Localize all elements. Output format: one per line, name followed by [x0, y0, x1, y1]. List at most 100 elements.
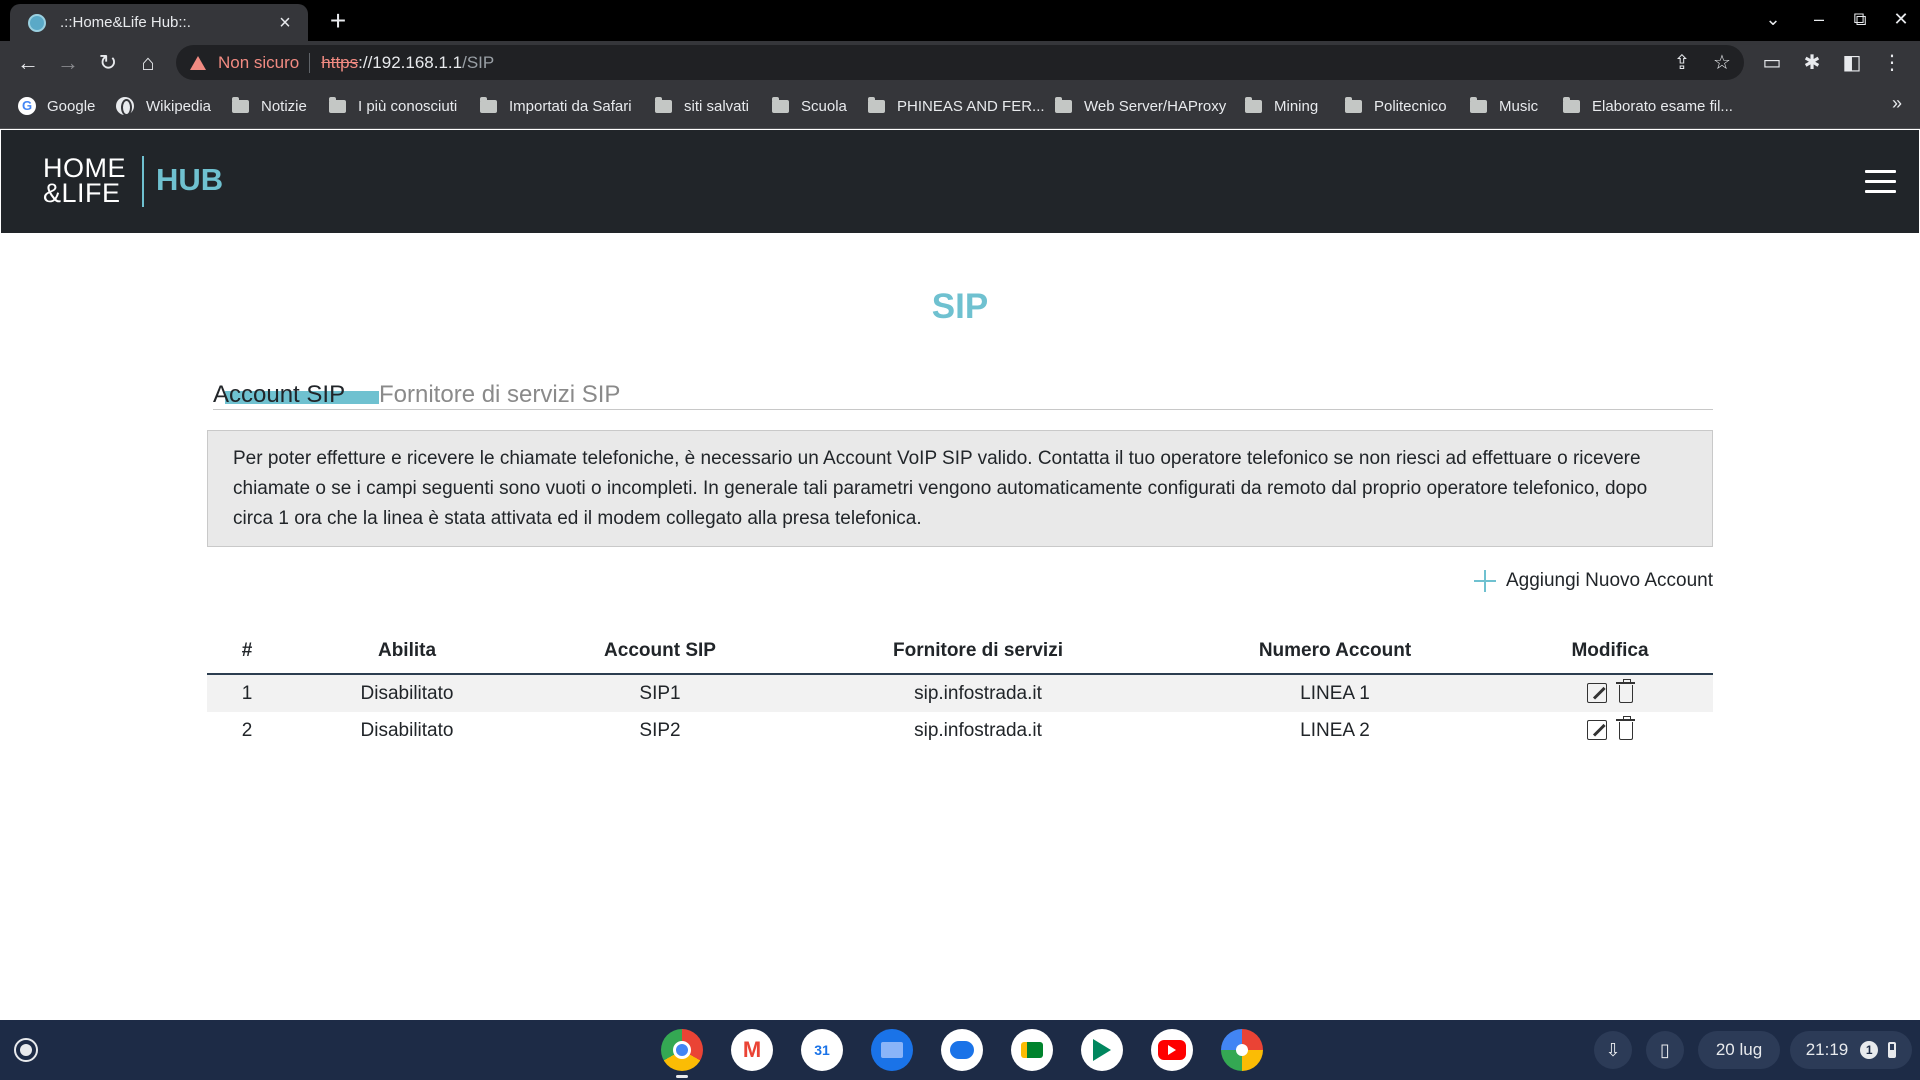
- address-bar[interactable]: Non sicuro https ://192.168.1.1 /SIP: [176, 45, 1744, 80]
- bookmark-importati-safari[interactable]: Importati da Safari: [480, 95, 632, 117]
- phone-icon: ▯: [1660, 1039, 1670, 1060]
- new-tab-button[interactable]: +: [323, 6, 353, 36]
- tab-title: .::Home&Life Hub::.: [60, 14, 191, 31]
- url-path: /SIP: [462, 52, 495, 72]
- files-icon[interactable]: [871, 1029, 913, 1071]
- bookmark-scuola[interactable]: Scuola: [772, 95, 847, 117]
- edit-icon[interactable]: [1587, 720, 1607, 740]
- bookmark-siti-salvati[interactable]: siti salvati: [655, 95, 749, 117]
- chrome-icon[interactable]: [661, 1029, 703, 1071]
- youtube-icon[interactable]: [1151, 1029, 1193, 1071]
- meet-icon[interactable]: [1011, 1029, 1053, 1071]
- tray-date[interactable]: 20 lug: [1698, 1031, 1780, 1069]
- browser-tab[interactable]: .::Home&Life Hub::. ×: [10, 4, 308, 41]
- tray-holding-space[interactable]: ⇩: [1594, 1031, 1632, 1069]
- bookmark-label: PHINEAS AND FER...: [897, 97, 1045, 115]
- messages-icon[interactable]: [941, 1029, 983, 1071]
- folder-icon: [1345, 96, 1362, 113]
- col-header-modifica: Modifica: [1571, 640, 1649, 661]
- folder-icon: [655, 96, 672, 113]
- tab-account-sip[interactable]: Account SIP: [213, 381, 345, 409]
- omnibox-divider: [309, 52, 311, 73]
- globe-icon: [116, 97, 134, 116]
- photos-icon[interactable]: [1221, 1029, 1263, 1071]
- add-account-button[interactable]: Aggiungi Nuovo Account: [1473, 570, 1713, 592]
- logo[interactable]: HOME &LIFE: [43, 155, 126, 207]
- back-icon[interactable]: ←: [14, 49, 42, 77]
- download-tray-icon: ⇩: [1605, 1039, 1621, 1060]
- bookmarks-overflow-icon[interactable]: »: [1892, 93, 1902, 114]
- cell-account-sip: SIP1: [639, 683, 681, 704]
- bookmark-piu-conosciuti[interactable]: I più conosciuti: [329, 95, 457, 117]
- bookmark-star-icon[interactable]: ☆: [1708, 49, 1736, 77]
- url-scheme: https: [321, 52, 359, 72]
- launcher-icon[interactable]: [14, 1038, 38, 1062]
- bookmark-label: Elaborato esame fil...: [1592, 97, 1733, 115]
- bookmark-music[interactable]: Music: [1470, 95, 1538, 117]
- battery-icon: [1888, 1042, 1897, 1058]
- bookmarks-bar: G Google Wikipedia Notizie I più conosciu…: [0, 83, 1920, 129]
- table-row: 2 Disabilitato SIP2 sip.infostrada.it LI…: [207, 712, 1713, 749]
- trash-icon[interactable]: [1616, 716, 1635, 740]
- cell-fornitore: sip.infostrada.it: [914, 683, 1042, 704]
- bookmark-mining[interactable]: Mining: [1245, 95, 1318, 117]
- bookmark-elaborato[interactable]: Elaborato esame fil...: [1563, 95, 1733, 117]
- home-icon[interactable]: ⌂: [134, 49, 162, 77]
- sip-accounts-table: # Abilita Account SIP Fornitore di servi…: [207, 630, 1713, 749]
- table-row: 1 Disabilitato SIP1 sip.infostrada.it LI…: [207, 675, 1713, 712]
- plus-icon: [1473, 570, 1496, 592]
- google-icon: G: [18, 97, 36, 115]
- bookmark-label: Notizie: [261, 97, 307, 115]
- row-actions: [1587, 716, 1635, 740]
- browser-toolbar: ← → ↻ ⌂ Non sicuro https ://192.168.1.1 …: [0, 41, 1920, 83]
- bookmark-wikipedia[interactable]: Wikipedia: [116, 95, 211, 117]
- minimize-icon[interactable]: –: [1806, 8, 1832, 30]
- tab-search-icon[interactable]: ⌄: [1760, 8, 1786, 30]
- window-close-icon[interactable]: ✕: [1888, 8, 1914, 30]
- col-header-account-sip[interactable]: Account SIP: [604, 640, 716, 662]
- security-label[interactable]: Non sicuro: [218, 53, 299, 73]
- bookmark-google[interactable]: G Google: [18, 95, 95, 117]
- folder-icon: [232, 96, 249, 113]
- folder-icon: [1055, 96, 1072, 113]
- col-header-abilita[interactable]: Abilita: [378, 640, 436, 662]
- url-host: ://192.168.1.1: [358, 52, 463, 72]
- hamburger-menu-icon[interactable]: [1865, 170, 1896, 194]
- tray-phone-hub[interactable]: ▯: [1646, 1031, 1684, 1069]
- side-panel-icon[interactable]: ◧: [1838, 49, 1866, 77]
- calendar-icon[interactable]: 31: [801, 1029, 843, 1071]
- bookmark-politecnico[interactable]: Politecnico: [1345, 95, 1447, 117]
- play-store-icon[interactable]: [1081, 1029, 1123, 1071]
- cell-fornitore: sip.infostrada.it: [914, 720, 1042, 741]
- trash-icon[interactable]: [1616, 679, 1635, 703]
- folder-icon: [1563, 96, 1580, 113]
- tray-status[interactable]: 21:19 1: [1790, 1031, 1912, 1069]
- css-extension-icon[interactable]: ▭: [1758, 49, 1786, 77]
- bookmark-phineas[interactable]: PHINEAS AND FER...: [868, 95, 1045, 117]
- logo-divider: [142, 156, 144, 207]
- edit-icon[interactable]: [1587, 683, 1607, 703]
- forward-icon[interactable]: →: [54, 49, 82, 77]
- col-header-fornitore[interactable]: Fornitore di servizi: [893, 640, 1063, 662]
- col-header-numero-account[interactable]: Numero Account: [1259, 640, 1411, 662]
- bookmark-notizie[interactable]: Notizie: [232, 95, 307, 117]
- bookmark-label: Music: [1499, 97, 1539, 115]
- extensions-puzzle-icon[interactable]: ✱: [1798, 49, 1826, 77]
- tab-fornitore-servizi-sip[interactable]: Fornitore di servizi SIP: [379, 381, 620, 409]
- bookmark-label: Google: [47, 97, 96, 115]
- browser-menu-icon[interactable]: ⋮: [1878, 49, 1906, 77]
- bookmark-label: Importati da Safari: [509, 97, 632, 115]
- restore-icon[interactable]: ⧉: [1847, 8, 1873, 30]
- browser-tabstrip: .::Home&Life Hub::. × + ⌄ – ⧉ ✕: [0, 0, 1920, 41]
- page-title: SIP: [931, 287, 989, 326]
- bookmark-web-server[interactable]: Web Server/HAProxy: [1055, 95, 1226, 117]
- share-icon[interactable]: ⇪: [1668, 49, 1696, 77]
- info-box: Per poter effetture e ricevere le chiama…: [207, 430, 1713, 547]
- warning-icon: [190, 55, 206, 70]
- gmail-icon[interactable]: M: [731, 1029, 773, 1071]
- notification-count-badge: 1: [1860, 1041, 1879, 1059]
- tab-close-icon[interactable]: ×: [274, 13, 296, 33]
- folder-icon: [329, 96, 346, 113]
- reload-icon[interactable]: ↻: [94, 49, 122, 77]
- logo-hub: HUB: [156, 162, 224, 197]
